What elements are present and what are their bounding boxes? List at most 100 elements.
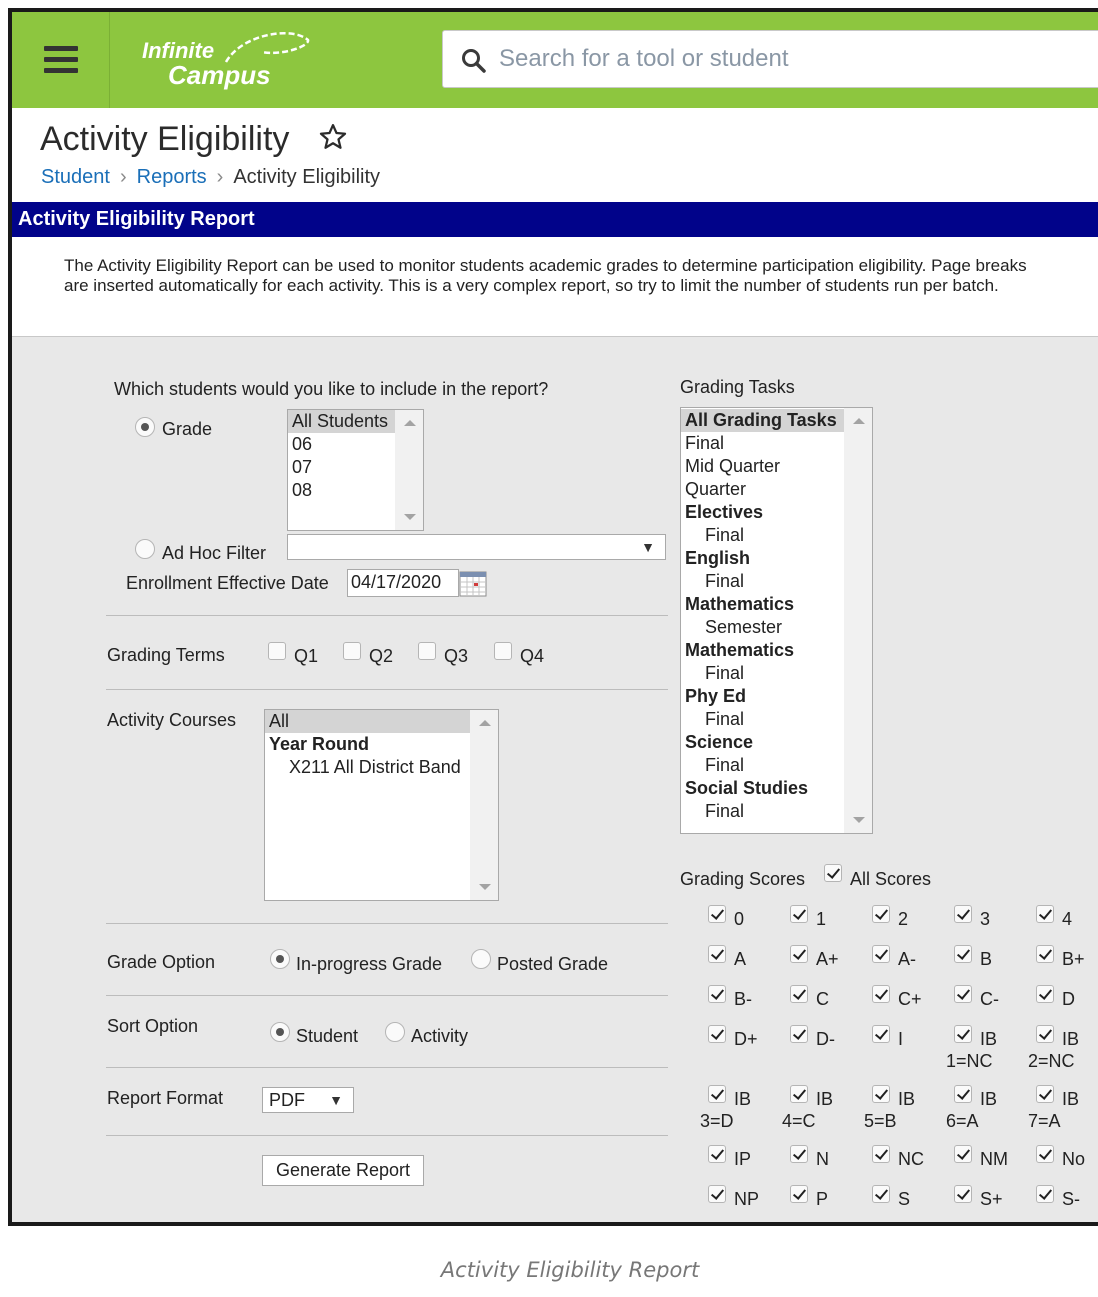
score-label-detail: 1=NC bbox=[946, 1051, 993, 1071]
calendar-icon[interactable] bbox=[459, 570, 487, 598]
breadcrumb-current: Activity Eligibility bbox=[233, 166, 381, 188]
score-label: S bbox=[898, 1189, 911, 1209]
score-checkbox[interactable] bbox=[872, 905, 890, 923]
breadcrumb-reports[interactable]: Reports bbox=[137, 166, 207, 188]
score-checkbox[interactable] bbox=[1036, 1185, 1054, 1203]
score-label-detail: 3=D bbox=[700, 1111, 734, 1131]
score-label: IB bbox=[898, 1089, 916, 1109]
score-checkbox[interactable] bbox=[790, 1085, 808, 1103]
score-checkbox[interactable] bbox=[954, 1145, 972, 1163]
term-q1-label: Q1 bbox=[294, 646, 319, 666]
scrollbar[interactable] bbox=[844, 408, 872, 833]
grade-radio[interactable] bbox=[135, 417, 155, 437]
score-label: N bbox=[816, 1149, 829, 1169]
score-label: A- bbox=[898, 949, 916, 969]
score-checkbox[interactable] bbox=[1036, 945, 1054, 963]
dropdown-arrow-icon: ▼ bbox=[641, 539, 655, 555]
posted-grade-radio[interactable] bbox=[471, 949, 491, 969]
sort-student-label: Student bbox=[296, 1026, 359, 1046]
score-checkbox[interactable] bbox=[790, 985, 808, 1003]
chevron-right-icon: › bbox=[216, 166, 224, 188]
score-checkbox[interactable] bbox=[872, 1025, 890, 1043]
score-checkbox[interactable] bbox=[954, 1025, 972, 1043]
score-label: IP bbox=[734, 1149, 752, 1169]
score-checkbox[interactable] bbox=[954, 1085, 972, 1103]
grading-scores-label: Grading Scores bbox=[680, 869, 806, 889]
course-option[interactable]: All bbox=[265, 710, 498, 733]
score-checkbox[interactable] bbox=[1036, 1025, 1054, 1043]
adhoc-filter-select[interactable]: ▼ bbox=[287, 534, 666, 560]
score-checkbox[interactable] bbox=[872, 1145, 890, 1163]
score-checkbox[interactable] bbox=[954, 985, 972, 1003]
breadcrumb: Student › Reports › Activity Eligibility bbox=[41, 166, 380, 189]
sort-activity-radio[interactable] bbox=[385, 1022, 405, 1042]
scrollbar[interactable] bbox=[395, 410, 423, 530]
in-progress-grade-radio[interactable] bbox=[270, 949, 290, 969]
sort-activity-label: Activity bbox=[411, 1026, 469, 1046]
term-q1-checkbox[interactable] bbox=[268, 642, 286, 660]
report-format-select[interactable]: PDF ▼ bbox=[262, 1087, 354, 1113]
score-checkbox[interactable] bbox=[708, 945, 726, 963]
score-checkbox[interactable] bbox=[1036, 905, 1054, 923]
activity-courses-listbox[interactable]: All Year Round X211 All District Band bbox=[264, 709, 499, 901]
adhoc-filter-radio[interactable] bbox=[135, 539, 155, 559]
sort-option-label: Sort Option bbox=[107, 1016, 199, 1036]
score-label-detail: 7=A bbox=[1028, 1111, 1061, 1131]
scrollbar[interactable] bbox=[470, 710, 498, 900]
score-label: NC bbox=[898, 1149, 924, 1169]
term-q4-checkbox[interactable] bbox=[494, 642, 512, 660]
dropdown-arrow-icon: ▼ bbox=[329, 1092, 343, 1108]
score-checkbox[interactable] bbox=[1036, 1085, 1054, 1103]
score-checkbox[interactable] bbox=[790, 1145, 808, 1163]
score-checkbox[interactable] bbox=[708, 1185, 726, 1203]
term-q2-checkbox[interactable] bbox=[343, 642, 361, 660]
all-scores-checkbox[interactable] bbox=[824, 864, 842, 882]
score-checkbox[interactable] bbox=[1036, 1145, 1054, 1163]
score-checkbox[interactable] bbox=[954, 945, 972, 963]
infinite-campus-logo[interactable]: Infinite Campus bbox=[142, 30, 322, 92]
students-question: Which students would you like to include… bbox=[114, 379, 549, 399]
score-label: S- bbox=[1062, 1189, 1080, 1209]
term-q4-label: Q4 bbox=[520, 646, 545, 666]
score-checkbox[interactable] bbox=[1036, 985, 1054, 1003]
score-checkbox[interactable] bbox=[790, 1025, 808, 1043]
course-option[interactable]: X211 All District Band bbox=[265, 756, 498, 779]
score-label: IB bbox=[980, 1089, 998, 1109]
grade-listbox[interactable]: All Students 06 07 08 bbox=[287, 409, 424, 531]
breadcrumb-student[interactable]: Student bbox=[41, 166, 110, 188]
score-label: IB bbox=[816, 1089, 834, 1109]
score-checkbox[interactable] bbox=[708, 1085, 726, 1103]
score-checkbox[interactable] bbox=[708, 1145, 726, 1163]
score-label-detail: 5=B bbox=[864, 1111, 897, 1131]
score-checkbox[interactable] bbox=[708, 985, 726, 1003]
search-input[interactable] bbox=[497, 39, 1087, 79]
score-label: 3 bbox=[980, 909, 991, 929]
favorite-star-icon[interactable] bbox=[318, 122, 348, 152]
score-label-detail: 6=A bbox=[946, 1111, 979, 1131]
score-label: IB bbox=[734, 1089, 752, 1109]
menu-icon[interactable] bbox=[12, 12, 110, 108]
in-progress-grade-label: In-progress Grade bbox=[296, 954, 443, 974]
grading-tasks-listbox[interactable]: All Grading Tasks Final Mid Quarter Quar… bbox=[680, 407, 873, 834]
search-box[interactable] bbox=[442, 30, 1098, 88]
score-checkbox[interactable] bbox=[790, 905, 808, 923]
sort-student-radio[interactable] bbox=[270, 1022, 290, 1042]
score-checkbox[interactable] bbox=[790, 945, 808, 963]
score-checkbox[interactable] bbox=[708, 905, 726, 923]
score-label: B- bbox=[734, 989, 752, 1009]
divider bbox=[106, 1135, 668, 1136]
generate-report-button[interactable]: Generate Report bbox=[262, 1155, 424, 1186]
score-checkbox[interactable] bbox=[708, 1025, 726, 1043]
score-label: IB bbox=[1062, 1089, 1080, 1109]
score-checkbox[interactable] bbox=[872, 1185, 890, 1203]
posted-grade-label: Posted Grade bbox=[497, 954, 609, 974]
score-checkbox[interactable] bbox=[872, 985, 890, 1003]
course-group[interactable]: Year Round bbox=[265, 733, 498, 756]
score-checkbox[interactable] bbox=[954, 1185, 972, 1203]
term-q3-checkbox[interactable] bbox=[418, 642, 436, 660]
enrollment-date-input[interactable]: 04/17/2020 bbox=[347, 569, 459, 597]
score-checkbox[interactable] bbox=[954, 905, 972, 923]
score-checkbox[interactable] bbox=[872, 945, 890, 963]
score-checkbox[interactable] bbox=[790, 1185, 808, 1203]
score-checkbox[interactable] bbox=[872, 1085, 890, 1103]
